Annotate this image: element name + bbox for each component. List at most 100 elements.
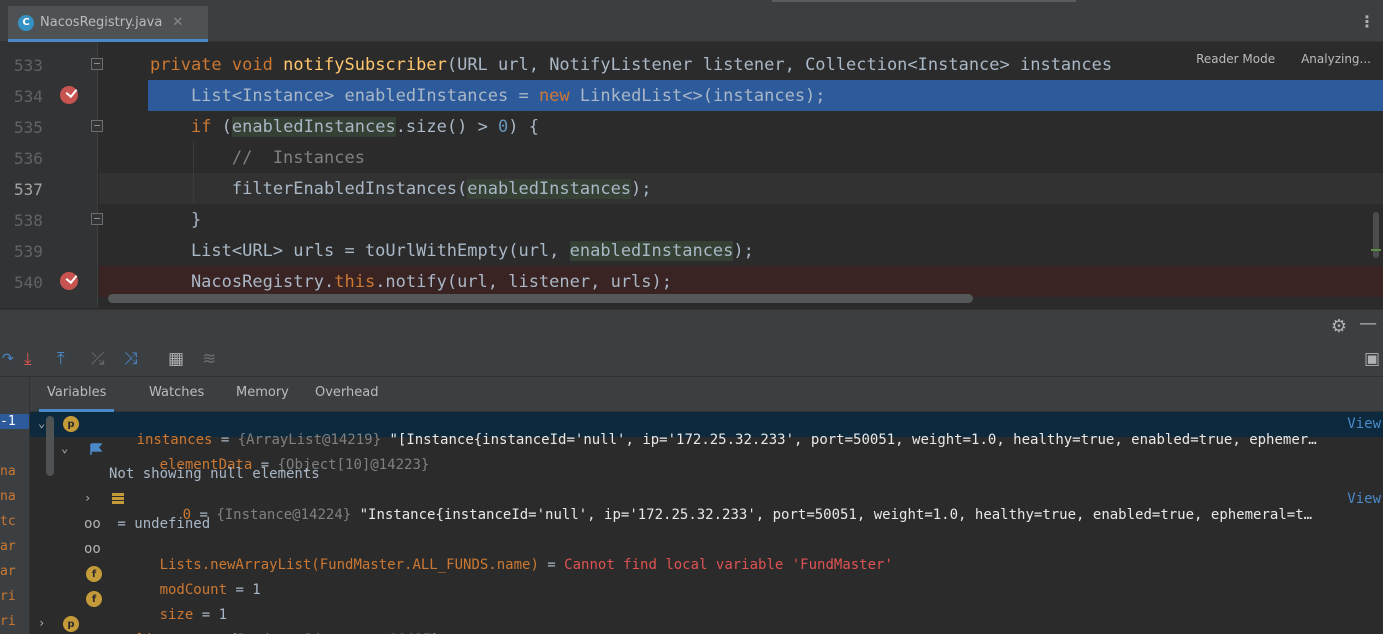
code-token: enabledInstances — [467, 179, 632, 199]
drop-frame-icon[interactable]: ⤰ — [91, 349, 105, 369]
code-text: private void notifySubscriber(URL url, N… — [150, 55, 1112, 75]
code-token: (URL url, NotifyListener listener, Colle… — [446, 55, 1113, 75]
fold-icon[interactable] — [91, 120, 103, 132]
variable-row-instances[interactable]: ⌄ p instances = {ArrayList@14219} "[Inst… — [30, 412, 1383, 448]
frame-item[interactable]: na — [0, 489, 29, 504]
debug-toolbar: ↷ ⤓ ⤒ ⤰ ⤨ ▦ ≋ ▣ — [0, 343, 1383, 377]
code-line-535: 535 if (enabledInstances.size() > 0) { — [0, 111, 1383, 142]
chevron-right-icon[interactable]: › — [38, 616, 45, 630]
tab-watches[interactable]: Watches — [141, 385, 212, 400]
breakpoint-icon[interactable] — [60, 86, 78, 104]
code-token: ); — [733, 241, 754, 261]
code-line-540: 540 NacosRegistry.this.notify(url, liste… — [0, 266, 1383, 297]
top-strip — [772, 0, 1076, 2]
frame-item[interactable]: tc — [0, 514, 29, 529]
reader-mode-button[interactable]: Reader Mode — [1196, 52, 1275, 66]
tab-nacos-registry[interactable]: C NacosRegistry.java ✕ — [8, 6, 208, 42]
code-line-536: 536 // Instances — [0, 142, 1383, 173]
watch-row[interactable]: oo = undefined — [30, 512, 1383, 537]
run-to-cursor-icon[interactable]: ⤨ — [124, 349, 138, 369]
parameter-icon: p — [63, 616, 79, 632]
tab-label: NacosRegistry.java — [40, 15, 163, 30]
code-token: enabledInstances — [569, 241, 734, 261]
code-token: NacosRegistry. — [150, 272, 335, 292]
more-options-icon[interactable]: ⋮ — [1359, 12, 1375, 31]
editor-status: Reader Mode Analyzing... — [1192, 50, 1375, 68]
view-link[interactable]: View — [1347, 416, 1381, 432]
code-token: filterEnabledInstances( — [150, 179, 468, 199]
frames-list[interactable]: -1 na na tc ar ar ri ri — [0, 377, 30, 634]
change-marker — [1371, 249, 1381, 251]
editor-tab-bar: C NacosRegistry.java ✕ ⋮ — [0, 0, 1383, 42]
code-line-534: 534 List<Instance> enabledInstances = ne… — [0, 80, 1383, 111]
debug-tool-window-header: ⚙ — — [0, 309, 1383, 343]
code-token: ); — [631, 179, 652, 199]
class-file-icon: C — [18, 14, 34, 31]
frame-item[interactable]: na — [0, 464, 29, 479]
watch-glasses-icon: oo — [84, 516, 101, 532]
variables-scrollbar[interactable] — [46, 416, 54, 476]
code-text: filterEnabledInstances(enabledInstances)… — [150, 179, 652, 199]
tab-variables[interactable]: Variables — [39, 385, 115, 412]
code-token: void — [231, 55, 284, 75]
frame-item[interactable]: ri — [0, 589, 29, 604]
view-link[interactable]: View — [1347, 491, 1381, 507]
code-token: ) { — [508, 117, 540, 137]
variables-tree[interactable]: ⌄ p instances = {ArrayList@14219} "[Inst… — [30, 412, 1383, 634]
fold-icon[interactable] — [91, 213, 103, 225]
trace-icon[interactable]: ≋ — [202, 349, 216, 369]
debug-tabs: Variables Watches Memory Overhead — [30, 377, 1383, 412]
step-over-icon[interactable]: ↷ — [2, 351, 14, 367]
code-editor[interactable]: 533 private void notifySubscriber(URL ur… — [0, 42, 1383, 308]
breakpoint-icon[interactable] — [60, 272, 78, 290]
step-into-icon[interactable]: ⤓ — [24, 349, 32, 369]
code-token: notifySubscriber — [283, 55, 447, 75]
array-icon — [112, 493, 124, 505]
code-line-533: 533 private void notifySubscriber(URL ur… — [0, 49, 1383, 80]
code-token: new — [538, 86, 580, 106]
frame-item[interactable]: ar — [0, 564, 29, 579]
line-number: 539 — [14, 242, 43, 261]
layout-icon[interactable]: ▣ — [1364, 349, 1380, 369]
code-text: NacosRegistry.this.notify(url, listener,… — [150, 272, 672, 292]
code-token: .size() > — [395, 117, 499, 137]
horizontal-scrollbar[interactable] — [108, 294, 973, 303]
line-number: 537 — [14, 180, 43, 199]
code-token: if — [190, 117, 222, 137]
watch-text: = undefined — [109, 516, 211, 532]
evaluate-expression-icon[interactable]: ▦ — [168, 349, 184, 369]
fold-icon[interactable] — [91, 58, 103, 70]
variable-row-item0[interactable]: › 0 = {Instance@14224} "Instance{instanc… — [30, 487, 1383, 523]
frame-item[interactable]: ar — [0, 539, 29, 554]
code-token: private — [150, 55, 232, 75]
minimize-icon[interactable]: — — [1359, 313, 1377, 334]
line-number: 535 — [14, 118, 43, 137]
null-elements-note: Not showing null elements — [30, 462, 1383, 487]
line-number: 538 — [14, 211, 43, 230]
vertical-scrollbar[interactable] — [1373, 212, 1379, 258]
line-number: 534 — [14, 87, 43, 106]
frame-item[interactable]: ri — [0, 614, 29, 629]
tab-overhead[interactable]: Overhead — [307, 385, 387, 400]
code-line-539: 539 List<URL> urls = toUrlWithEmpty(url,… — [0, 235, 1383, 266]
code-token: .notify(url, listener, urls); — [375, 272, 672, 292]
gear-icon[interactable]: ⚙ — [1331, 316, 1347, 337]
code-token: List<URL> urls = toUrlWithEmpty(url, — [150, 241, 570, 261]
note-text: Not showing null elements — [109, 466, 320, 482]
step-out-icon[interactable]: ⤒ — [57, 349, 65, 369]
indent-guide — [193, 142, 194, 204]
line-number: 540 — [14, 273, 43, 292]
tab-memory[interactable]: Memory — [228, 385, 297, 400]
frame-item[interactable]: -1 — [0, 414, 29, 429]
variable-row-size[interactable]: f size = 1 — [30, 587, 1383, 623]
close-icon[interactable]: ✕ — [172, 15, 183, 30]
chevron-down-icon[interactable]: ⌄ — [61, 441, 68, 455]
variable-row-listener[interactable]: › p listener = {RegistryDirectory@11637} — [30, 612, 1383, 634]
variable-row-elementdata[interactable]: ⌄ elementData = {Object[10]@14223} — [30, 437, 1383, 473]
chevron-down-icon[interactable]: ⌄ — [38, 416, 45, 430]
watch-row[interactable]: oo Lists.newArrayList(FundMaster.ALL_FUN… — [30, 537, 1383, 573]
code-token: this — [334, 272, 376, 292]
variable-row-modcount[interactable]: f modCount = 1 — [30, 562, 1383, 598]
chevron-right-icon[interactable]: › — [84, 491, 91, 505]
code-line-537: 537 filterEnabledInstances(enabledInstan… — [0, 173, 1383, 204]
